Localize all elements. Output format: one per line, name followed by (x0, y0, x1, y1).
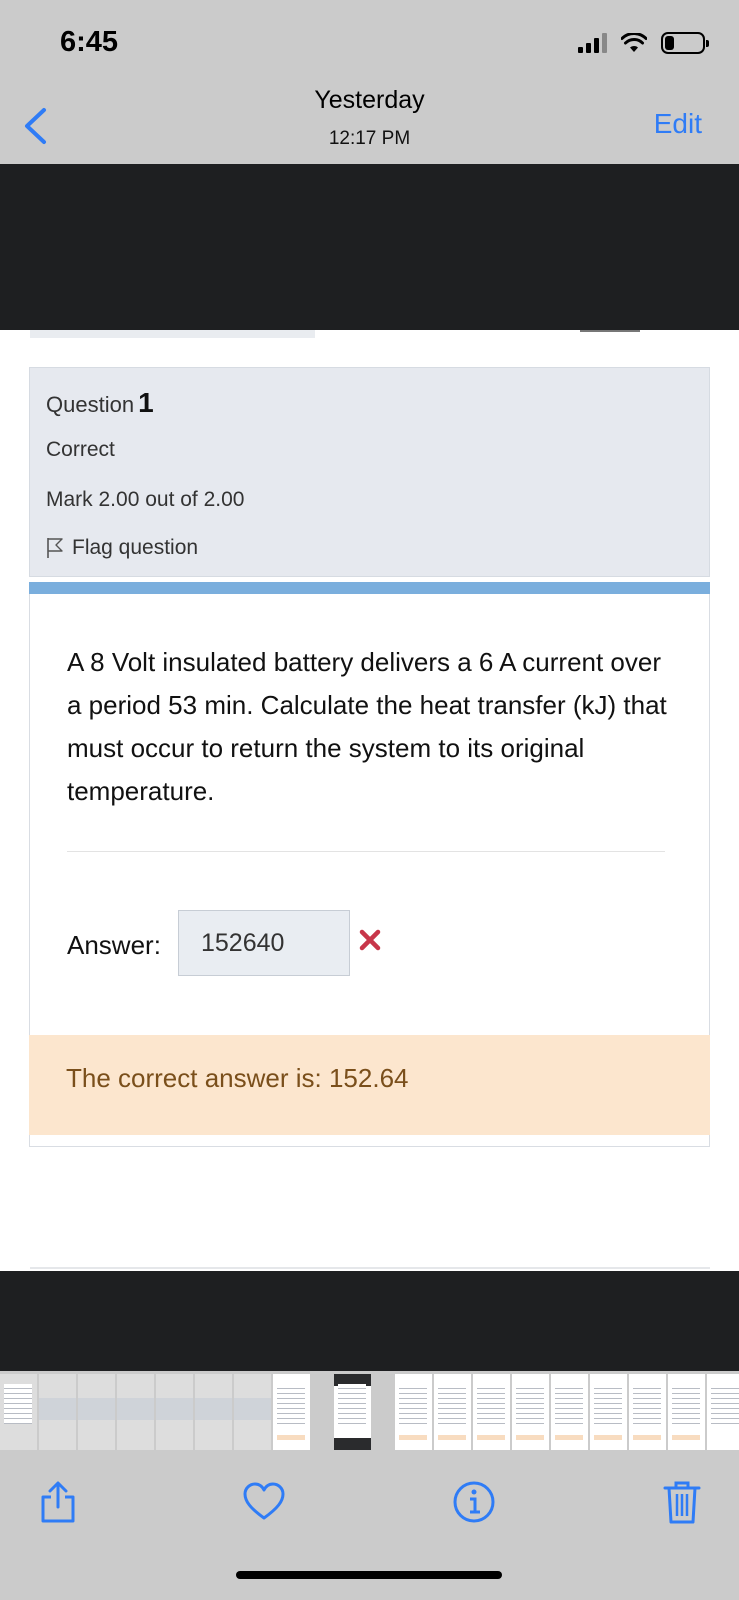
edit-button[interactable]: Edit (654, 108, 702, 140)
question-info-card: Question 1 Correct Mark 2.00 out of 2.00 … (29, 367, 710, 577)
correct-answer-text: The correct answer is: 152.64 (66, 1063, 409, 1093)
status-icons (578, 32, 709, 54)
thumbnail[interactable] (473, 1374, 510, 1450)
photo-letterbox-top (0, 164, 739, 330)
thumbnail[interactable] (707, 1374, 739, 1450)
thumbnail-strip[interactable] (0, 1374, 739, 1450)
thumbnail[interactable] (117, 1374, 154, 1450)
thumbnail[interactable] (0, 1374, 37, 1450)
nav-title: Yesterday (314, 86, 425, 114)
info-icon[interactable] (452, 1480, 496, 1524)
feedback-box: The correct answer is: 152.64 (29, 1035, 710, 1135)
thumbnail[interactable] (512, 1374, 549, 1450)
home-indicator[interactable] (236, 1571, 502, 1579)
question-mark: Mark 2.00 out of 2.00 (46, 488, 245, 511)
thumbnail[interactable] (434, 1374, 471, 1450)
heart-icon[interactable] (242, 1480, 286, 1524)
cropped-line-bottom (30, 1267, 710, 1269)
thumbnail[interactable] (78, 1374, 115, 1450)
flag-icon (47, 538, 63, 558)
photo-content[interactable]: Question 1 Correct Mark 2.00 out of 2.00 … (0, 330, 739, 1271)
thumbnail[interactable] (273, 1374, 310, 1450)
cropped-element (30, 330, 315, 338)
question-label: Question 1 (46, 387, 154, 419)
thumbnail-gap (312, 1374, 332, 1450)
thumbnail[interactable] (39, 1374, 76, 1450)
battery-icon (661, 32, 709, 54)
thumbnail[interactable] (551, 1374, 588, 1450)
nav-subtitle: 12:17 PM (328, 128, 411, 149)
thumbnail[interactable] (395, 1374, 432, 1450)
divider (67, 851, 665, 852)
question-content-card: A 8 Volt insulated battery delivers a 6 … (29, 582, 710, 1147)
question-number: 1 (138, 387, 154, 418)
status-time: 6:45 (60, 26, 119, 58)
photo-letterbox-bottom (0, 1271, 739, 1371)
thumbnail[interactable] (668, 1374, 705, 1450)
thumbnail[interactable] (590, 1374, 627, 1450)
answer-label: Answer: (67, 930, 161, 960)
cellular-signal-icon (578, 33, 607, 53)
trash-icon[interactable] (660, 1480, 704, 1524)
content-top-bar (29, 582, 710, 594)
thumbnail-gap (373, 1374, 393, 1450)
thumbnail[interactable] (156, 1374, 193, 1450)
answer-field: 152640 (178, 910, 350, 976)
cropped-line (580, 330, 640, 332)
status-bar: 6:45 (0, 0, 739, 90)
thumbnail[interactable] (629, 1374, 666, 1450)
question-text: A 8 Volt insulated battery delivers a 6 … (67, 647, 667, 806)
thumbnail-current[interactable] (334, 1374, 371, 1450)
thumbnail[interactable] (195, 1374, 232, 1450)
flag-question-link: Flag question (46, 536, 198, 560)
flag-question-label: Flag question (72, 536, 199, 559)
question-label-text: Question (46, 392, 135, 417)
wifi-icon (621, 33, 647, 52)
thumbnail[interactable] (234, 1374, 271, 1450)
question-status: Correct (46, 438, 115, 461)
share-icon[interactable] (36, 1480, 80, 1524)
x-mark-icon (359, 929, 381, 951)
